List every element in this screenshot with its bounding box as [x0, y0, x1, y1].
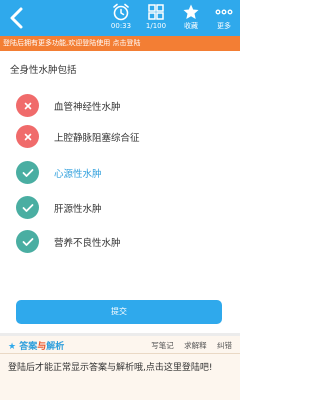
- option-item[interactable]: 肝源性水肿: [16, 196, 226, 220]
- progress-item[interactable]: 1/100: [142, 3, 170, 31]
- grid-icon: [148, 4, 164, 20]
- title-star-icon: ★: [8, 342, 17, 352]
- option-label: 血管神经性水肿: [54, 102, 121, 113]
- question-text: 全身性水肿包括: [10, 65, 77, 76]
- option-label: 上腔静脉阻塞综合征: [54, 133, 140, 144]
- top-toolbar: 00:33 1/100 收藏 更多: [0, 0, 240, 36]
- option-item[interactable]: 营养不良性水肿: [16, 230, 226, 254]
- option-marker: [16, 125, 39, 148]
- alarm-clock-icon: [113, 3, 129, 21]
- option-marker: [16, 230, 39, 253]
- progress-text: 1/100: [145, 22, 167, 30]
- check-icon: [22, 168, 33, 177]
- ask-explanation-link[interactable]: 求解释: [184, 341, 207, 350]
- option-label: 肝源性水肿: [54, 204, 102, 215]
- star-icon: [183, 4, 199, 19]
- answer-header: ★ 答案与解析 写笔记 求解释 纠错: [0, 336, 240, 354]
- back-button[interactable]: [6, 6, 28, 30]
- chevron-left-icon: [10, 7, 23, 29]
- check-icon: [22, 203, 33, 212]
- answer-title-part2: 与: [37, 342, 47, 352]
- write-note-link[interactable]: 写笔记: [151, 341, 174, 350]
- timer-text: 00:33: [110, 22, 132, 30]
- option-marker: [16, 94, 39, 117]
- answer-title: ★ 答案与解析: [8, 339, 64, 352]
- check-icon: [22, 237, 33, 246]
- option-item[interactable]: 上腔静脉阻塞综合征: [16, 125, 226, 149]
- submit-button[interactable]: 提交: [16, 300, 222, 324]
- option-item[interactable]: 血管神经性水肿: [16, 94, 226, 118]
- answer-body: 登陆后才能正常显示答案与解析哦,点击这里登陆吧!: [0, 354, 240, 400]
- login-banner[interactable]: 登陆后拥有更多功能,欢迎登陆使用 点击登陆: [0, 36, 240, 51]
- more-button[interactable]: 更多: [210, 3, 238, 31]
- answer-title-part3: 解析: [46, 342, 65, 352]
- option-item[interactable]: 心源性水肿: [16, 161, 226, 185]
- report-error-link[interactable]: 纠错: [217, 341, 232, 350]
- cross-icon: [24, 102, 31, 109]
- option-marker: [16, 196, 39, 219]
- option-label: 营养不良性水肿: [54, 238, 121, 249]
- timer-item[interactable]: 00:33: [106, 3, 136, 31]
- cross-icon: [24, 133, 31, 140]
- more-label: 更多: [217, 22, 231, 30]
- more-dots-icon: [215, 9, 233, 15]
- favorite-button[interactable]: 收藏: [178, 3, 204, 31]
- favorite-label: 收藏: [184, 22, 198, 30]
- option-label: 心源性水肿: [54, 169, 102, 180]
- option-marker: [16, 161, 39, 184]
- answer-title-part1: 答案: [19, 342, 38, 352]
- answer-links: 写笔记 求解释 纠错: [143, 340, 232, 351]
- login-prompt-text[interactable]: 登陆后才能正常显示答案与解析哦,点击这里登陆吧!: [8, 361, 234, 376]
